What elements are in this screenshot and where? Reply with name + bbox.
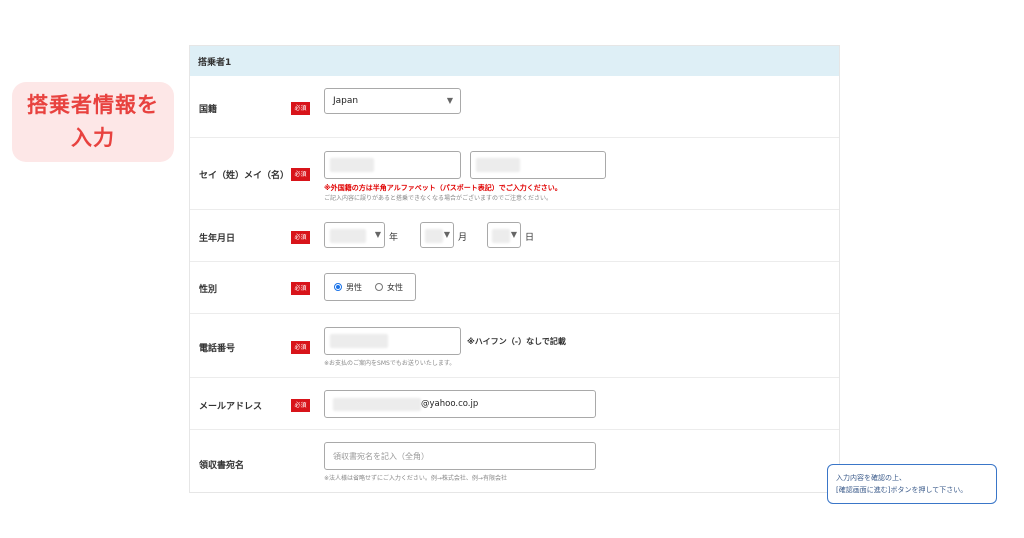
birth-month-select[interactable]: ▼ [420, 222, 454, 248]
row-gender: 性別 必須 男性 女性 [190, 262, 839, 314]
email-input[interactable]: @yahoo.co.jp [324, 390, 596, 418]
tooltip-line-1: 入力内容を確認の上、 [836, 474, 906, 482]
required-badge: 必須 [291, 168, 310, 181]
gender-radio-group: 男性 女性 [324, 273, 416, 301]
row-nationality: 国籍 必須 Japan ▼ [190, 76, 839, 138]
last-name-input[interactable] [324, 151, 461, 179]
form-header: 搭乗者1 [190, 46, 839, 76]
redacted-text [330, 158, 374, 172]
email-domain: @yahoo.co.jp [421, 399, 479, 409]
month-unit: 月 [458, 233, 468, 243]
redacted-text [330, 229, 366, 243]
annotation-callout: 搭乗者情報を 入力 [12, 82, 174, 162]
redacted-text [425, 229, 443, 243]
year-unit: 年 [389, 233, 399, 243]
row-phone: 電話番号 必須 ※ハイフン（-）なしで記載 ※お支払のご案内をSMSでもお送りい… [190, 314, 839, 378]
gender-label: 性別 [199, 285, 218, 295]
required-badge: 必須 [291, 341, 310, 354]
row-email: メールアドレス 必須 @yahoo.co.jp [190, 378, 839, 430]
name-note-gray: ご記入内容に誤りがあると搭乗できなくなる場合がございますのでご注意ください。 [324, 195, 553, 202]
first-name-input[interactable] [470, 151, 606, 179]
callout-line-1: 搭乗者情報を [27, 93, 159, 117]
receipt-label: 領収書宛名 [199, 461, 245, 471]
row-name: セイ（姓）メイ（名） 必須 ※外国籍の方は半角アルファベット（パスポート表記）で… [190, 138, 839, 210]
radio-male-label[interactable]: 男性 [346, 282, 362, 293]
redacted-text [492, 229, 510, 243]
radio-male[interactable] [334, 283, 342, 291]
receipt-note: ※法人様は省略せずにご入力ください。例→株式会社、例→有限会社 [324, 475, 507, 482]
row-birthdate: 生年月日 必須 ▼ 年 ▼ 月 ▼ 日 [190, 210, 839, 262]
callout-line-2: 入力 [71, 126, 115, 150]
chevron-down-icon: ▼ [446, 96, 453, 105]
required-badge: 必須 [291, 102, 310, 115]
chevron-down-icon: ▼ [374, 230, 381, 239]
receipt-placeholder: 領収書宛名を記入（全角） [333, 452, 429, 461]
phone-label: 電話番号 [199, 344, 236, 354]
name-label: セイ（姓）メイ（名） [199, 171, 290, 181]
required-badge: 必須 [291, 282, 310, 295]
email-label: メールアドレス [199, 402, 263, 412]
day-unit: 日 [525, 233, 535, 243]
phone-note: ※お支払のご案内をSMSでもお送りいたします。 [324, 360, 456, 367]
radio-female[interactable] [375, 283, 383, 291]
required-badge: 必須 [291, 231, 310, 244]
birth-year-select[interactable]: ▼ [324, 222, 385, 248]
redacted-text [476, 158, 520, 172]
birth-day-select[interactable]: ▼ [487, 222, 521, 248]
tooltip-line-2: [確認画面に進む]ボタンを押して下さい。 [836, 486, 968, 494]
name-note-red: ※外国籍の方は半角アルファベット（パスポート表記）でご入力ください。 [324, 184, 562, 192]
nationality-select[interactable]: Japan ▼ [324, 88, 461, 114]
chevron-down-icon: ▼ [443, 230, 450, 239]
passenger-form: 搭乗者1 国籍 必須 Japan ▼ セイ（姓）メイ（名） 必須 ※外国籍の方は… [189, 45, 840, 493]
confirm-tooltip: 入力内容を確認の上、 [確認画面に進む]ボタンを押して下さい。 [827, 464, 997, 504]
chevron-down-icon: ▼ [510, 230, 517, 239]
phone-hint: ※ハイフン（-）なしで記載 [467, 337, 566, 346]
nationality-value: Japan [333, 96, 359, 106]
row-receipt: 領収書宛名 領収書宛名を記入（全角） ※法人様は省略せずにご入力ください。例→株… [190, 430, 839, 493]
receipt-name-input[interactable]: 領収書宛名を記入（全角） [324, 442, 596, 470]
nationality-label: 国籍 [199, 105, 218, 115]
redacted-text [330, 334, 388, 348]
required-badge: 必須 [291, 399, 310, 412]
redacted-text [333, 398, 421, 411]
phone-input[interactable] [324, 327, 461, 355]
radio-female-label[interactable]: 女性 [387, 282, 403, 293]
birthdate-label: 生年月日 [199, 234, 236, 244]
